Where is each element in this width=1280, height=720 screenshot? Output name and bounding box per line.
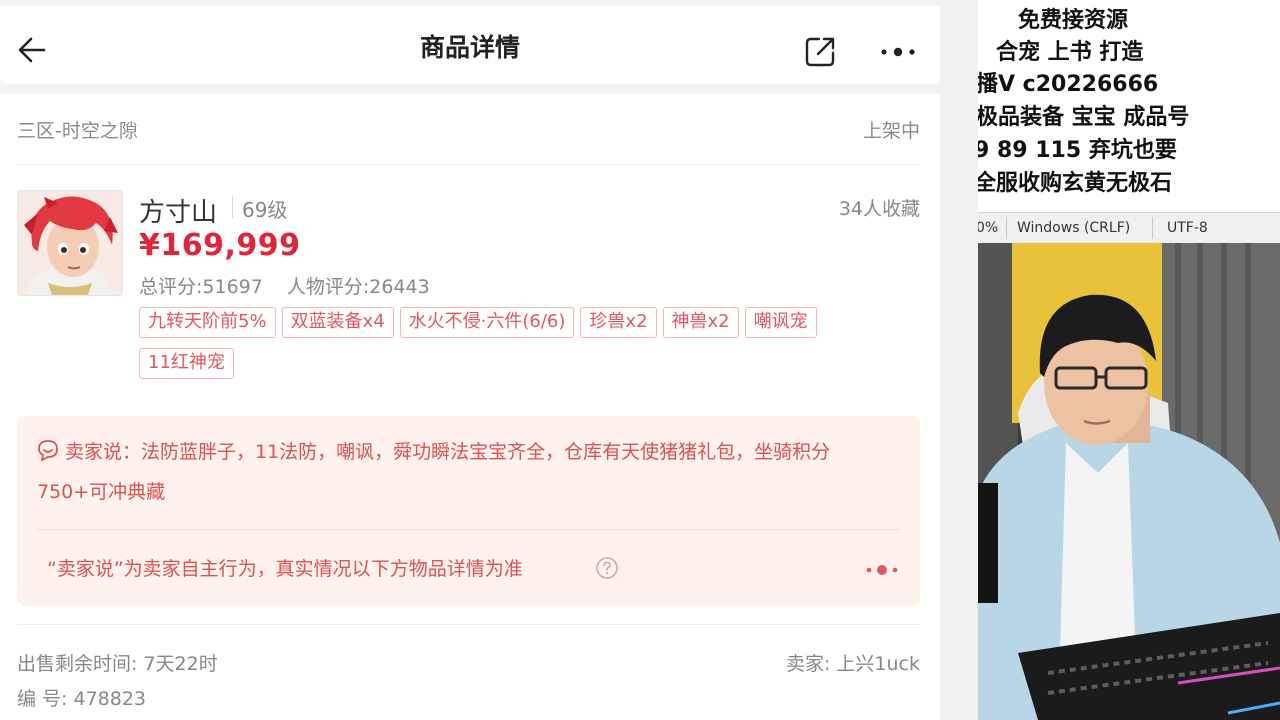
feature-tag: 11红神宠 xyxy=(139,348,234,379)
stream-overlay: 免费接资源 合宠 上书 打造 播V c20226666 极品装备 宝宝 成品号 … xyxy=(978,0,1280,720)
encoding[interactable]: UTF-8 xyxy=(1167,220,1208,236)
editor-status-bar: 0% Windows (CRLF) UTF-8 xyxy=(978,212,1280,244)
listing-card: 三区-时空之隙 上架中 方寸山 69级 34人收藏 ¥169,999 总评分:5… xyxy=(0,94,940,720)
feature-tag: 九转天阶前5% xyxy=(139,307,276,338)
price: ¥169,999 xyxy=(139,228,301,263)
streamer-ad-panel: 免费接资源 合宠 上书 打造 播V c20226666 极品装备 宝宝 成品号 … xyxy=(978,0,1280,212)
seller-note-disclaimer: “卖家说”为卖家自主行为，真实情况以下方物品详情为准 xyxy=(47,558,523,580)
character-score: 人物评分:26443 xyxy=(286,276,430,298)
share-icon[interactable] xyxy=(800,32,840,72)
webcam-feed xyxy=(978,243,1280,720)
overlay-line: 播V c20226666 xyxy=(978,72,1159,97)
overlay-line: 极品装备 宝宝 成品号 xyxy=(978,105,1190,130)
seller-name[interactable]: 卖家: 上兴1uck xyxy=(786,649,920,676)
separator xyxy=(1152,217,1153,239)
listing-status: 上架中 xyxy=(862,120,920,142)
character-avatar[interactable] xyxy=(17,190,123,296)
zoom-level[interactable]: 0% xyxy=(978,220,998,236)
seller-note: 卖家说：法防蓝胖子，11法防，嘲讽，舜功瞬法宝宝齐全，仓库有天使猪猪礼包，坐骑积… xyxy=(37,432,897,512)
total-score: 总评分:51697 xyxy=(139,276,263,298)
separator xyxy=(232,196,233,218)
chat-bubble-icon xyxy=(37,435,59,462)
feature-tag: 水火不侵·六件(6/6) xyxy=(399,307,575,338)
top-nav-bar: 商品详情 xyxy=(0,6,940,84)
loading-dots-icon xyxy=(863,562,903,576)
divider xyxy=(17,624,920,625)
score-row: 总评分:51697 人物评分:26443 xyxy=(139,272,448,299)
divider xyxy=(17,164,920,165)
overlay-line: 免费接资源 xyxy=(1018,8,1129,33)
divider xyxy=(37,529,900,530)
server-name: 三区-时空之隙 xyxy=(17,120,138,142)
feature-tags: 九转天阶前5% 双蓝装备x4 水火不侵·六件(6/6) 珍兽x2 神兽x2 嘲讽宠 11红神… xyxy=(139,307,919,389)
remaining-time: 出售剩余时间: 7天22时 xyxy=(17,653,218,675)
seller-note-text: 卖家说：法防蓝胖子，11法防，嘲讽，舜功瞬法宝宝齐全，仓库有天使猪猪礼包，坐骑积… xyxy=(37,441,831,503)
page-title: 商品详情 xyxy=(419,33,520,62)
help-icon[interactable] xyxy=(595,556,619,580)
separator xyxy=(1006,217,1007,239)
more-options-icon[interactable] xyxy=(878,32,920,72)
overlay-line: 9 89 115 弃坑也要 xyxy=(978,138,1177,163)
product-detail-app: 商品详情 三区-时空之隙 上架中 方寸山 69级 34人收藏 ¥169,999 … xyxy=(0,0,940,720)
feature-tag: 双蓝装备x4 xyxy=(281,307,394,338)
feature-tag: 嘲讽宠 xyxy=(744,307,817,338)
character-level: 69级 xyxy=(242,198,288,222)
item-id: 编 号: 478823 xyxy=(17,688,147,710)
overlay-line: 合宠 上书 打造 xyxy=(996,40,1144,65)
school-name: 方寸山 xyxy=(139,198,218,228)
feature-tag: 珍兽x2 xyxy=(580,307,657,338)
line-ending[interactable]: Windows (CRLF) xyxy=(1017,220,1130,236)
overlay-line: 全服收购玄黄无极石 xyxy=(978,171,1173,196)
seller-note-box: 卖家说：法防蓝胖子，11法防，嘲讽，舜功瞬法宝宝齐全，仓库有天使猪猪礼包，坐骑积… xyxy=(17,416,920,606)
feature-tag: 神兽x2 xyxy=(662,307,739,338)
favorite-count[interactable]: 34人收藏 xyxy=(839,194,920,221)
